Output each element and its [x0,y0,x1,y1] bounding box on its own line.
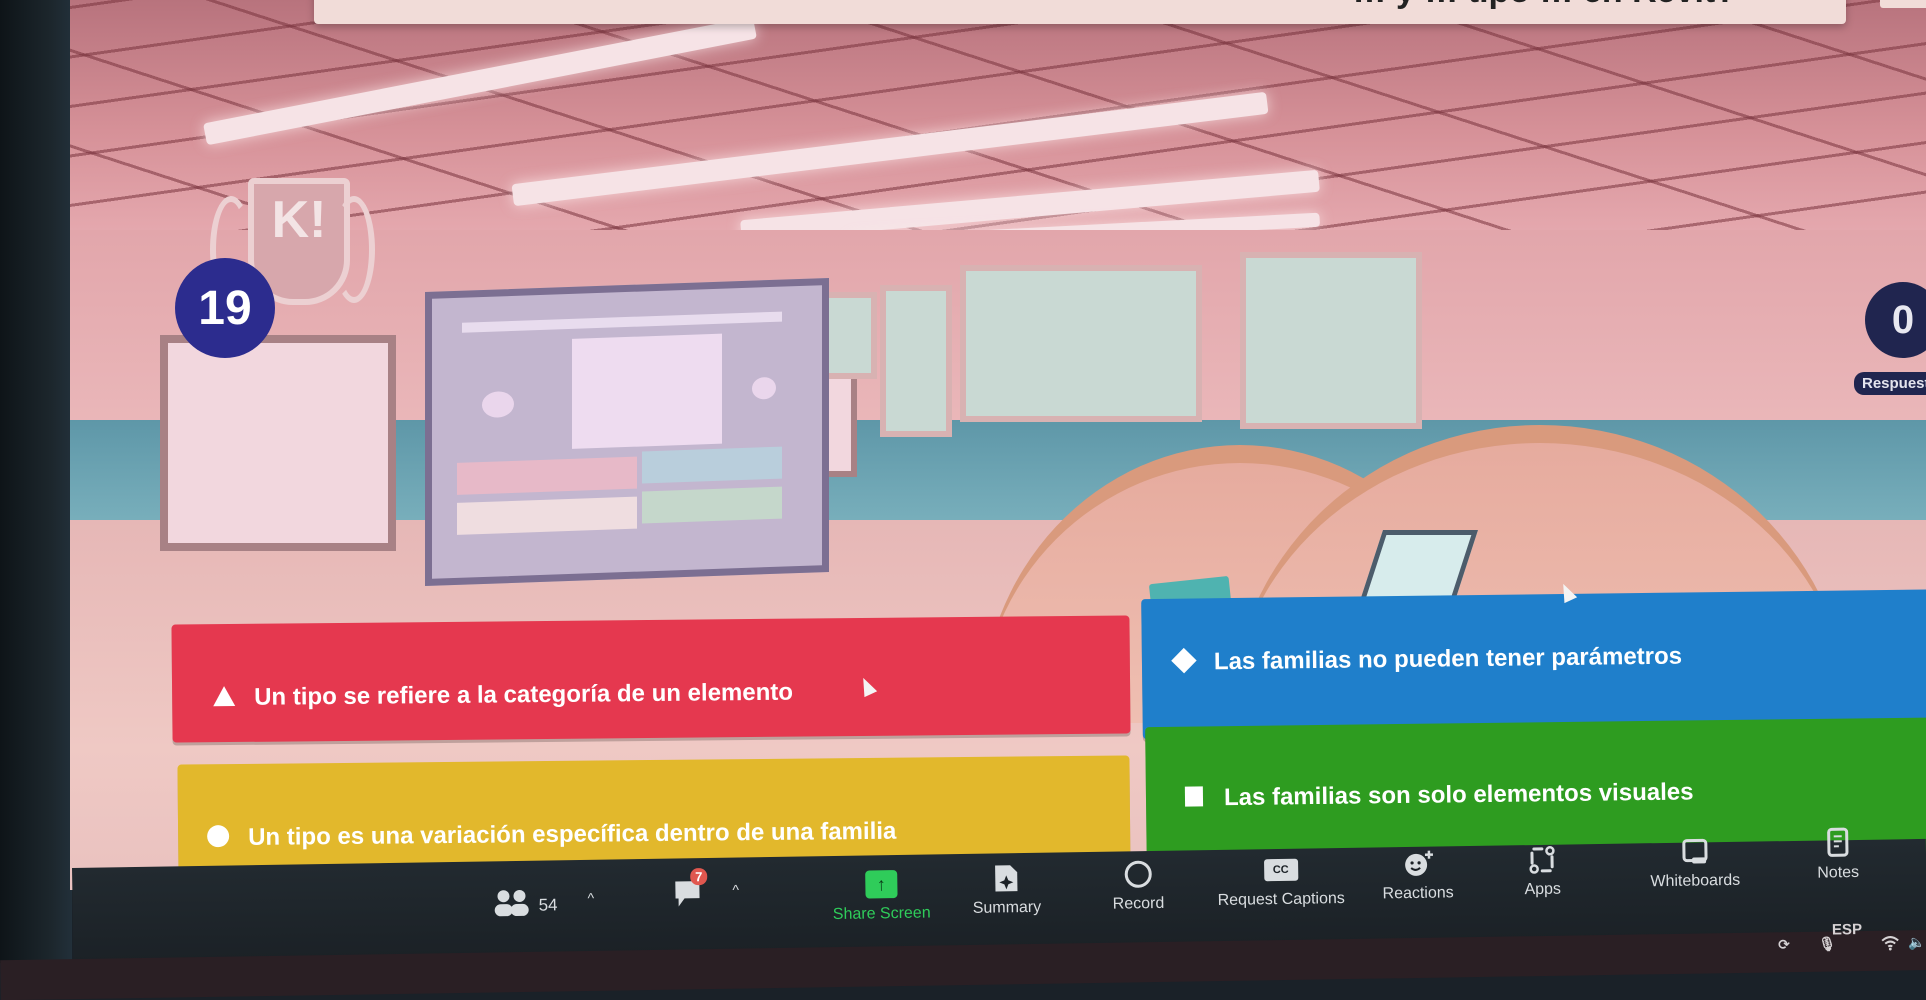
triangle-icon [212,684,236,708]
whiteboards-button[interactable]: Whiteboards [1650,836,1741,891]
reactions-icon [1401,849,1433,879]
monitor-bezel [0,0,72,963]
notes-button[interactable]: Notes [1817,827,1860,883]
share-screen-button[interactable]: ↑ Share Screen [832,869,931,925]
classroom-whiteboard [160,335,396,551]
notes-icon [1824,827,1850,858]
answer-label: Un tipo se refiere a la categoría de un … [254,678,794,711]
answer-label: Las familias no pueden tener parámetros [1213,642,1683,676]
language-indicator[interactable]: ESP [1832,921,1862,938]
speaker-icon[interactable]: 🔈 [1908,934,1926,951]
classroom-window [1240,252,1422,429]
summary-label: Summary [972,898,1042,917]
record-label: Record [1112,894,1165,913]
record-button[interactable]: Record [1112,859,1164,914]
participants-count: 54 [538,894,558,915]
countdown-timer: 19 [175,258,275,358]
apps-label: Apps [1524,880,1562,899]
question-banner: … y … tipo … en Revit? [314,0,1846,24]
projector-screen [425,277,829,587]
answers-label: Respuestas [1854,372,1926,395]
chat-options-caret[interactable]: ^ [732,882,739,898]
chat-unread-badge: 7 [690,868,708,886]
record-icon [1123,859,1153,889]
whiteboards-label: Whiteboards [1650,871,1741,891]
participants-button[interactable]: 54 [492,888,558,923]
summary-button[interactable]: Summary [972,863,1041,918]
ceiling-light [203,16,757,146]
laurel-right-icon [333,196,375,303]
answer-label: Un tipo es una variación específica dent… [248,817,897,851]
answer-option-blue[interactable]: Las familias no pueden tener parámetros [1141,588,1926,740]
wifi-icon[interactable] [1880,934,1900,953]
request-captions-label: Request Captions [1217,890,1345,910]
kahoot-game-stage: … y … tipo … en Revit? K! 19 0 Respuesta… [70,0,1926,890]
answer-label: Las familias son solo elementos visuales [1223,778,1694,812]
participants-icon [492,889,531,923]
apps-icon [1528,845,1556,875]
diamond-icon [1171,647,1197,674]
request-captions-button[interactable]: CC Request Captions [1217,854,1345,910]
reactions-label: Reactions [1382,884,1454,903]
share-screen-icon: ↑ [865,870,898,899]
summary-icon [993,863,1019,893]
participants-options-caret[interactable]: ^ [587,890,594,906]
question-text: … y … tipo … en Revit? [1353,0,1736,11]
cc-icon: CC [1263,858,1298,882]
question-counter-box [1880,0,1926,8]
refresh-icon[interactable]: ⟳ [1778,936,1790,953]
square-icon [1182,784,1206,808]
circle-icon [206,824,230,848]
classroom-door [880,285,952,437]
reactions-button[interactable]: Reactions [1382,848,1454,903]
whiteboard-icon [1680,836,1710,866]
classroom-window [960,265,1202,422]
answer-option-red[interactable]: Un tipo se refiere a la categoría de un … [171,615,1131,743]
notes-label: Notes [1817,863,1860,882]
apps-button[interactable]: Apps [1524,845,1561,900]
share-screen-label: Share Screen [832,904,931,924]
